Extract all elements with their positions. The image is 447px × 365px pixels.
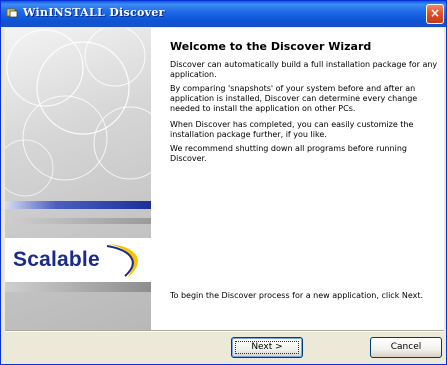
title-bar[interactable]: WinINSTALL Discover ×: [1, 1, 446, 27]
gray-stripe-bottom: [5, 282, 151, 292]
decorative-circles-graphic: [5, 28, 151, 197]
close-icon: ×: [429, 6, 441, 20]
button-divider: [5, 330, 444, 332]
blue-stripe: [5, 201, 151, 209]
wizard-heading: Welcome to the Discover Wizard: [170, 40, 372, 53]
app-icon: [6, 8, 18, 18]
snapshot-paragraph: By comparing 'snapshots' of your system …: [170, 84, 418, 113]
window-title: WinINSTALL Discover: [23, 6, 165, 19]
gray-stripe: [5, 218, 151, 224]
close-button[interactable]: ×: [426, 4, 444, 24]
wizard-window: WinINSTALL Discover × Scalable Welcome t…: [0, 0, 447, 365]
cancel-button[interactable]: Cancel: [370, 337, 442, 358]
customize-paragraph: When Discover has completed, you can eas…: [170, 120, 414, 139]
cancel-button-label: Cancel: [390, 342, 422, 352]
focus-rectangle: [235, 341, 299, 354]
next-button[interactable]: Next >: [231, 337, 303, 358]
logo-swoosh-icon: [106, 244, 138, 278]
recommendation-paragraph: We recommend shutting down all programs …: [170, 144, 407, 163]
wizard-side-panel: Scalable: [5, 28, 151, 330]
scalable-logo: Scalable: [5, 238, 151, 282]
intro-paragraph: Discover can automatically build a full …: [170, 60, 438, 79]
begin-instruction: To begin the Discover process for a new …: [170, 291, 424, 300]
logo-text: Scalable: [13, 248, 100, 271]
wizard-content: Welcome to the Discover Wizard Discover …: [151, 28, 444, 330]
